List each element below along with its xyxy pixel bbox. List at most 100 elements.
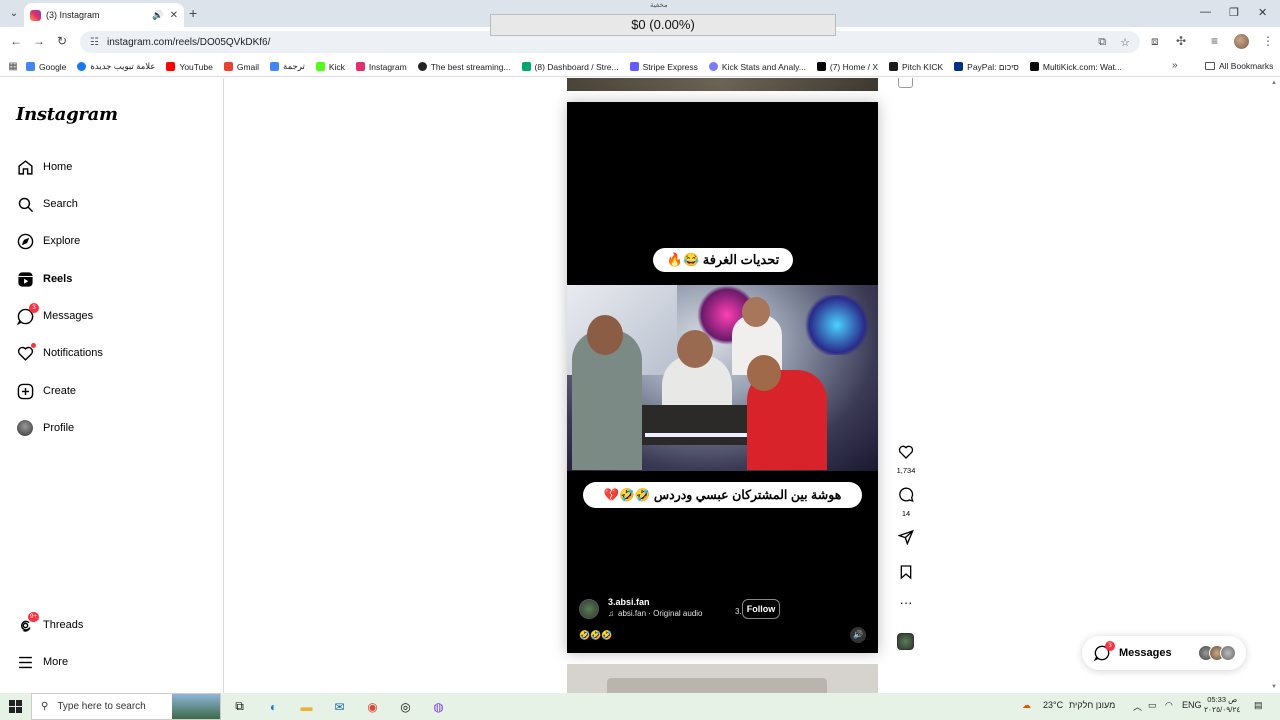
messenger-icon: 3: [1093, 641, 1115, 662]
reel-emoji-caption[interactable]: 🤣🤣🤣: [579, 630, 613, 641]
author-avatar[interactable]: [579, 599, 599, 619]
bookmark-item[interactable]: Google: [26, 62, 66, 72]
follow-button[interactable]: Follow: [742, 599, 780, 619]
sidebar-item-reels[interactable]: Reels: [16, 268, 72, 290]
minimize-icon[interactable]: —: [1200, 6, 1211, 18]
sidebar-item-profile[interactable]: Profile: [16, 417, 74, 439]
sidebar-item-more[interactable]: More: [16, 651, 68, 673]
browser-menu-icon[interactable]: ⋮: [1262, 34, 1274, 48]
weather-icon[interactable]: ☁: [1022, 700, 1031, 711]
install-app-icon[interactable]: ⧉: [1098, 36, 1106, 49]
keyboard-language[interactable]: ENG: [1182, 700, 1202, 710]
weather-temp[interactable]: 23°C: [1043, 700, 1063, 710]
hidden-caption: مخفية: [650, 2, 668, 9]
sidebar-item-search[interactable]: Search: [16, 193, 78, 215]
volume-icon[interactable]: 🔊: [850, 627, 866, 643]
apps-grid-icon[interactable]: ▦: [0, 61, 26, 72]
edge-browser-icon[interactable]: ◐: [265, 698, 282, 715]
bookmark-item[interactable]: Gmail: [223, 62, 259, 72]
more-options-icon[interactable]: ···: [896, 596, 916, 609]
extension-icon[interactable]: ⧈: [1151, 34, 1159, 49]
mail-icon[interactable]: ✉: [331, 698, 348, 715]
sidebar-item-messages[interactable]: 3 Messages: [16, 303, 93, 327]
notification-dot: [31, 343, 36, 348]
previous-audio-thumb-icon[interactable]: [898, 78, 913, 88]
new-tab-button[interactable]: +: [189, 5, 197, 21]
tab-audio-icon[interactable]: 🔊: [152, 10, 163, 21]
bookmark-item[interactable]: Kick: [315, 62, 345, 72]
bookmark-item[interactable]: PayPal: סיכום: [954, 62, 1019, 72]
window-close-icon[interactable]: ✕: [1258, 6, 1267, 19]
bookmark-item[interactable]: علامة تبويب جديدة: [77, 61, 155, 72]
reel-caption-top: تحديات الغرفة 😂🔥: [653, 248, 793, 272]
messages-badge: 3: [29, 303, 39, 313]
bookmark-item[interactable]: Pitch KICK: [889, 62, 943, 72]
bookmark-favicon-icon: [954, 62, 964, 71]
save-button[interactable]: [896, 564, 916, 585]
bookmarks-overflow-icon[interactable]: »: [1172, 60, 1178, 71]
author-username[interactable]: 3.absi.fan: [608, 597, 650, 607]
tab-close-icon[interactable]: ✕: [170, 10, 178, 21]
share-button[interactable]: [896, 529, 916, 550]
bookmark-star-icon[interactable]: ☆: [1120, 36, 1130, 49]
sidebar-item-create[interactable]: Create: [16, 380, 76, 402]
bookmark-item[interactable]: ترجمة: [270, 61, 305, 72]
chrome-icon[interactable]: ◉: [364, 698, 381, 715]
bookmark-item[interactable]: MultiKick.com: Wat...: [1029, 62, 1122, 72]
profile-avatar-icon[interactable]: [1234, 34, 1249, 49]
obs-icon[interactable]: ◎: [397, 698, 414, 715]
bookmark-item[interactable]: YouTube: [166, 62, 213, 72]
reel-video[interactable]: تحديات الغرفة 😂🔥 هوشة بين المشتركان عبسي…: [567, 102, 878, 653]
messages-pill-badge: 3: [1105, 641, 1115, 651]
browser-tab-instagram[interactable]: (3) Instagram 🔊 ✕: [24, 3, 184, 27]
sidebar-item-notifications[interactable]: Notifications: [16, 342, 103, 364]
app-icon[interactable]: ◍: [430, 698, 447, 715]
bookmark-item[interactable]: Instagram: [355, 62, 407, 72]
like-button[interactable]: 1,734: [896, 444, 916, 475]
reload-icon[interactable]: ↻: [57, 34, 67, 48]
taskbar-clock[interactable]: 05:33 ص ٢٠٢٥/٠٩/٢٤: [1204, 695, 1240, 715]
extensions-puzzle-icon[interactable]: ✣: [1176, 34, 1186, 48]
all-bookmarks-button[interactable]: All Bookmarks: [1205, 61, 1273, 71]
back-icon[interactable]: ←: [10, 34, 22, 48]
search-icon: [16, 195, 34, 213]
bookmark-favicon-icon: [889, 62, 899, 71]
audio-thumbnail-icon[interactable]: [897, 633, 914, 650]
sidebar-item-threads[interactable]: 9+ Threads: [16, 612, 83, 636]
tab-search-chevron-icon[interactable]: ⌄: [6, 6, 22, 22]
bookmark-icon: [900, 565, 912, 580]
bookmark-item[interactable]: (7) Home / X: [816, 62, 878, 72]
bookmark-item[interactable]: Stripe Express: [629, 62, 698, 72]
windows-start-icon[interactable]: [9, 700, 22, 713]
page-scrollbar[interactable]: [1268, 78, 1280, 693]
taskbar-search-box[interactable]: ⚲ Type here to search: [31, 693, 221, 720]
forward-icon[interactable]: →: [33, 34, 45, 48]
weather-description[interactable]: מעונן חלקית: [1069, 700, 1115, 710]
previous-reel-preview[interactable]: [567, 78, 878, 91]
bookmark-item[interactable]: Kick Stats and Analy...: [708, 62, 806, 72]
restore-icon[interactable]: ❐: [1229, 6, 1239, 19]
video-person-head: [742, 297, 770, 327]
bookmark-item[interactable]: The best streaming...: [417, 62, 511, 72]
scroll-down-arrow-icon[interactable]: ▼: [1271, 684, 1277, 690]
explore-icon: [16, 232, 34, 250]
next-reel-preview[interactable]: [567, 664, 878, 693]
media-control-icon[interactable]: ≡: [1211, 34, 1218, 48]
network-icon[interactable]: ◠: [1165, 700, 1173, 711]
task-view-icon[interactable]: ⧉: [231, 698, 248, 715]
file-explorer-icon[interactable]: ▬: [298, 698, 315, 715]
notification-center-icon[interactable]: ▤: [1254, 700, 1263, 711]
battery-icon[interactable]: ▭: [1148, 700, 1157, 711]
bookmark-favicon-icon: [521, 62, 531, 71]
audio-attribution[interactable]: ♫ absi.fan · Original audio: [608, 609, 703, 618]
tray-overflow-icon[interactable]: ︿: [1133, 700, 1142, 713]
bookmark-item[interactable]: (8) Dashboard / Stre...: [521, 62, 619, 72]
instagram-logo[interactable]: Instagram: [16, 104, 118, 125]
sidebar-item-explore[interactable]: Explore: [16, 230, 80, 252]
comment-button[interactable]: 14: [896, 487, 916, 518]
sidebar-item-home[interactable]: Home: [16, 156, 72, 178]
messages-pill[interactable]: 3 Messages: [1082, 636, 1246, 670]
site-info-icon[interactable]: ☷: [90, 37, 99, 48]
scroll-up-arrow-icon[interactable]: ▲: [1271, 80, 1277, 86]
bookmark-favicon-icon: [166, 62, 176, 71]
